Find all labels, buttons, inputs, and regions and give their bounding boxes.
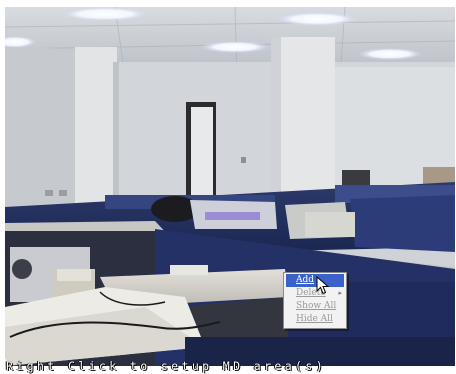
menu-item-label: Hide All [296,314,333,324]
office-scene-image [5,7,455,366]
camera-view-window: Add Delete ▸ Show All Hide All Right Cli… [0,0,456,374]
menu-item-delete[interactable]: Delete ▸ [284,287,346,300]
arrow-pointer-icon [316,276,330,295]
camera-video-feed[interactable] [5,7,455,366]
menu-item-hide-all[interactable]: Hide All [284,313,346,326]
menu-item-add[interactable]: Add [286,274,344,287]
menu-item-label: Add [296,275,315,285]
menu-item-label: Show All [296,301,337,311]
chevron-right-icon: ▸ [338,289,342,297]
md-setup-instruction: Right Click to setup MD area(s) [6,359,327,373]
overlay-status: Right Click to setup MD area(s) [0,357,456,374]
context-menu: Add Delete ▸ Show All Hide All [283,272,347,329]
menu-item-show-all[interactable]: Show All [284,300,346,313]
